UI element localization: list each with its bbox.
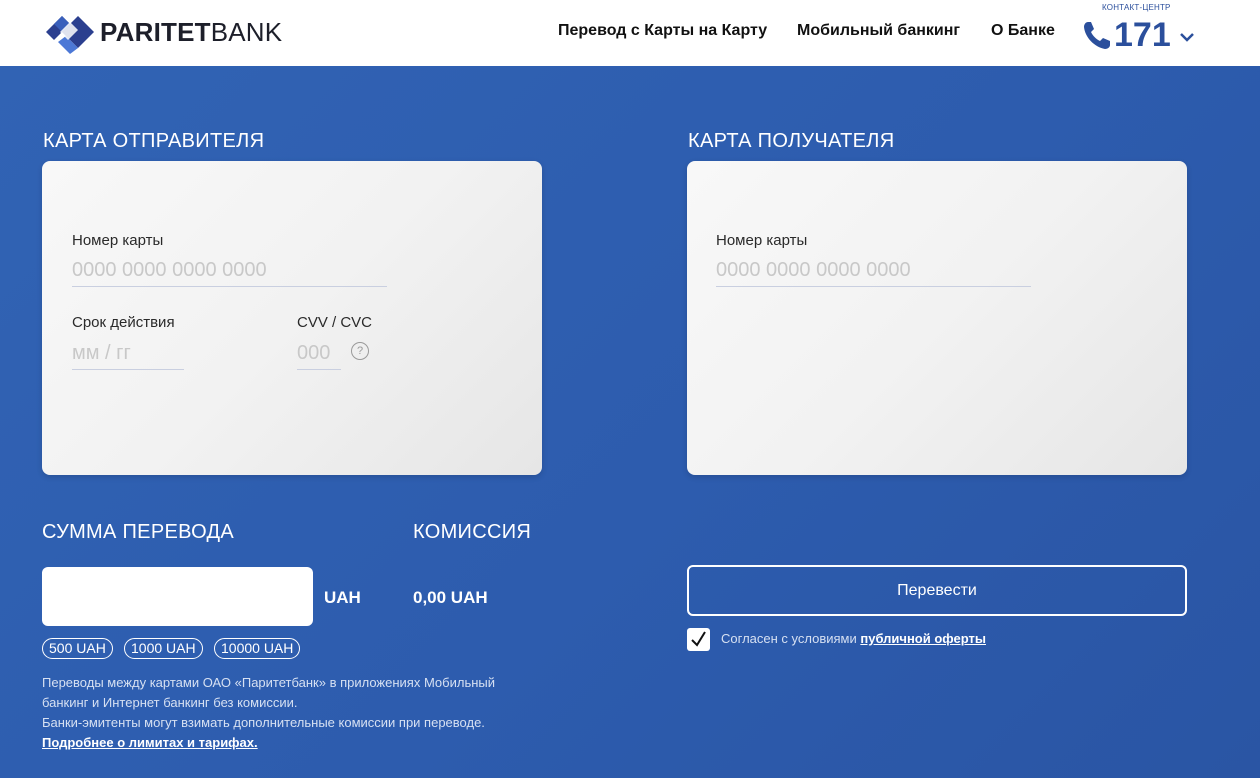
- receiver-card-panel: Номер карты: [687, 161, 1187, 475]
- receiver-card-title: КАРТА ПОЛУЧАТЕЛЯ: [688, 130, 895, 152]
- receiver-card-number-label: Номер карты: [716, 232, 808, 249]
- transfer-button[interactable]: Перевести: [687, 565, 1187, 616]
- commission-title: КОМИССИЯ: [413, 521, 532, 543]
- amount-input[interactable]: [42, 567, 313, 626]
- fee-note-line-3: Банки-эмитенты могут взимать дополнитель…: [42, 715, 485, 730]
- nav-card-to-card[interactable]: Перевод с Карты на Карту: [558, 22, 767, 40]
- preset-amount-10000[interactable]: 10000 UAH: [214, 638, 301, 659]
- receiver-card-number-input[interactable]: [716, 259, 1031, 287]
- nav-about-bank[interactable]: О Банке: [991, 22, 1055, 40]
- phone-number: 171: [1114, 16, 1171, 54]
- expiry-input[interactable]: [72, 342, 184, 370]
- cvv-label: CVV / CVC: [297, 314, 373, 331]
- chevron-down-icon: [1179, 33, 1194, 42]
- contact-center-label: КОНТАКТ-ЦЕНТР: [1102, 3, 1171, 12]
- amount-currency: UAH: [324, 588, 361, 607]
- public-offer-link[interactable]: публичной оферты: [860, 631, 986, 646]
- fee-note-line-1: Переводы между картами ОАО «Паритетбанк»…: [42, 675, 496, 690]
- sender-card-title: КАРТА ОТПРАВИТЕЛЯ: [43, 130, 265, 152]
- sender-card-panel: Номер карты Срок действия CVV / CVC ?: [42, 161, 542, 475]
- paritetbank-logo[interactable]: PARITETBANK: [42, 9, 282, 55]
- preset-amount-500[interactable]: 500 UAH: [42, 638, 113, 659]
- contact-phone-dropdown[interactable]: 171: [1082, 16, 1195, 54]
- paritetbank-diamond-logo-icon: [46, 16, 94, 54]
- limits-tariffs-link[interactable]: Подробнее о лимитах и тарифах.: [42, 735, 258, 750]
- preset-amount-1000[interactable]: 1000 UAH: [124, 638, 203, 659]
- sender-card-number-input[interactable]: [72, 259, 387, 287]
- phone-icon: [1084, 22, 1110, 49]
- cvv-input[interactable]: [297, 342, 341, 370]
- expiry-label: Срок действия: [72, 314, 175, 331]
- logo-wordmark: PARITETBANK: [100, 17, 282, 48]
- agree-text: Согласен с условиями: [721, 631, 861, 646]
- question-circle-icon[interactable]: ?: [351, 342, 369, 360]
- agree-terms-label: Согласен с условиями публичной оферты: [721, 631, 986, 646]
- logo-brand-bold: PARITET: [100, 16, 211, 47]
- top-header: PARITETBANK Перевод с Карты на Карту Моб…: [0, 0, 1260, 66]
- sender-card-number-label: Номер карты: [72, 232, 164, 249]
- logo-brand-light: BANK: [210, 16, 283, 47]
- checkmark-icon: [691, 631, 706, 647]
- fee-note-line-2: банкинг и Интернет банкинг без комиссии.: [42, 695, 298, 710]
- commission-value: 0,00 UAH: [413, 588, 488, 607]
- agree-checkbox[interactable]: [687, 628, 710, 651]
- amount-title: СУММА ПЕРЕВОДА: [42, 521, 234, 543]
- nav-mobile-banking[interactable]: Мобильный банкинг: [797, 22, 960, 40]
